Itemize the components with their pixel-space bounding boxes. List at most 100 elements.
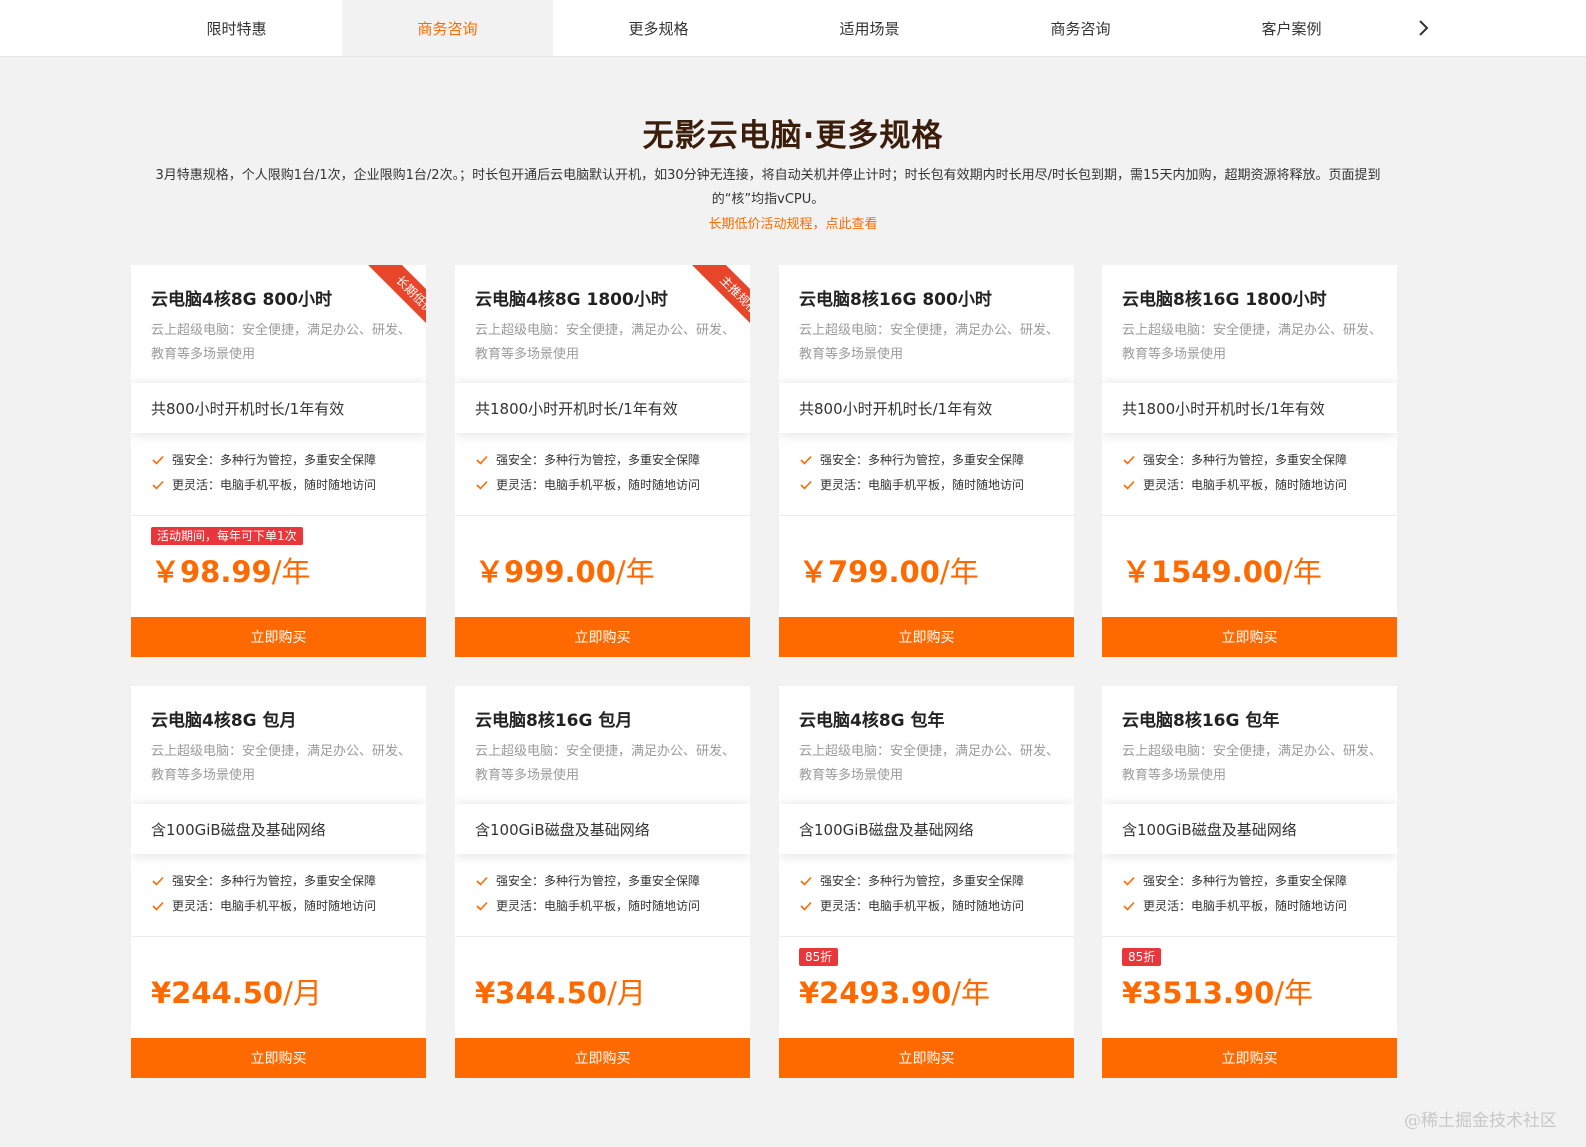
card-feature-text: 强安全：多种行为管控，多重安全保障: [172, 453, 377, 467]
card-description: 云上超级电脑：安全便捷，满足办公、研发、教育等多场景使用: [475, 744, 736, 783]
ribbon-label: 主推规格: [691, 265, 750, 339]
card-price: ¥244.50/月: [151, 970, 322, 1012]
price-amount: ￥98.99: [151, 555, 272, 589]
activity-rules-link[interactable]: 长期低价活动规程，点此查看: [0, 213, 1586, 232]
card-feature: 更灵活：电脑手机平板，随时随地访问: [151, 476, 376, 493]
watermark: @稀土掘金技术社区: [1404, 1111, 1557, 1131]
tab-business-consult[interactable]: 商务咨询: [342, 0, 553, 56]
price-unit: /年: [939, 555, 979, 589]
card-feature: 更灵活：电脑手机平板，随时随地访问: [1122, 897, 1347, 914]
buy-now-button[interactable]: 立即购买: [779, 617, 1074, 657]
promo-badge: 85折: [799, 948, 839, 966]
buy-now-button[interactable]: 立即购买: [455, 1038, 750, 1078]
card-price: ￥799.00/年: [799, 549, 979, 591]
card-price: ¥344.50/月: [475, 970, 646, 1012]
card-title: 云电脑8核16G 包月: [475, 711, 633, 731]
card-included: 含100GiB磁盘及基础网络: [131, 804, 426, 854]
card-feature: 强安全：多种行为管控，多重安全保障: [1122, 872, 1347, 889]
card-feature: 强安全：多种行为管控，多重安全保障: [475, 872, 700, 889]
card-feature-text: 更灵活：电脑手机平板，随时随地访问: [172, 478, 377, 492]
product-card: 云电脑4核8G 包年云上超级电脑：安全便捷，满足办公、研发、教育等多场景使用含1…: [779, 686, 1074, 1078]
card-feature-text: 强安全：多种行为管控，多重安全保障: [820, 453, 1025, 467]
card-title: 云电脑4核8G 包年: [799, 711, 945, 731]
card-included: 含100GiB磁盘及基础网络: [779, 804, 1074, 854]
card-feature: 强安全：多种行为管控，多重安全保障: [151, 451, 376, 468]
card-price: ¥3513.90/年: [1122, 970, 1313, 1012]
card-description: 云上超级电脑：安全便捷，满足办公、研发、教育等多场景使用: [1122, 323, 1383, 362]
card-feature-text: 强安全：多种行为管控，多重安全保障: [1143, 453, 1348, 467]
card-divider: [779, 515, 1074, 516]
buy-now-button[interactable]: 立即购买: [1102, 1038, 1397, 1078]
buy-now-button[interactable]: 立即购买: [131, 617, 426, 657]
price-unit: /年: [615, 555, 655, 589]
product-card: 云电脑8核16G 800小时云上超级电脑：安全便捷，满足办公、研发、教育等多场景…: [779, 265, 1074, 657]
tab-scenarios[interactable]: 适用场景: [764, 0, 975, 56]
buy-now-button[interactable]: 立即购买: [779, 1038, 1074, 1078]
check-icon: [800, 455, 812, 465]
check-icon: [800, 901, 812, 911]
corner-ribbon: 主推规格: [676, 265, 750, 339]
tab-customer-cases[interactable]: 客户案例: [1186, 0, 1397, 56]
tab-business-consult-2[interactable]: 商务咨询: [975, 0, 1186, 56]
price-unit: /年: [951, 976, 991, 1010]
chevron-right-icon: [1419, 20, 1429, 36]
check-icon: [476, 901, 488, 911]
card-feature: 更灵活：电脑手机平板，随时随地访问: [151, 897, 376, 914]
page-description: 3月特惠规格，个人限购1台/1次，企业限购1台/2次。；时长包开通后云电脑默认开…: [155, 168, 1381, 207]
card-included: 共800小时开机时长/1年有效: [779, 383, 1074, 433]
card-included: 共1800小时开机时长/1年有效: [1102, 383, 1397, 433]
card-feature: 更灵活：电脑手机平板，随时随地访问: [799, 476, 1024, 493]
tab-limited-offer[interactable]: 限时特惠: [131, 0, 342, 56]
card-feature-text: 更灵活：电脑手机平板，随时随地访问: [172, 899, 377, 913]
card-feature-text: 更灵活：电脑手机平板，随时随地访问: [1143, 899, 1348, 913]
product-card: 云电脑4核8G 1800小时 云上超级电脑：安全便捷，满足办公、研发、教育等多场景…: [455, 265, 750, 657]
product-card: 云电脑4核8G 包月 云上超级电脑：安全便捷，满足办公、研发、教育等多场景使用 含1…: [131, 686, 426, 1078]
card-included: 含100GiB磁盘及基础网络: [1102, 804, 1397, 854]
tabs-next-button[interactable]: [1410, 14, 1438, 42]
card-description: 云上超级电脑：安全便捷，满足办公、研发、教育等多场景使用: [799, 744, 1060, 783]
card-description: 云上超级电脑：安全便捷，满足办公、研发、教育等多场景使用: [799, 323, 1060, 362]
ribbon-label: 长期低价: [367, 265, 426, 339]
price-amount: ¥344.50: [475, 976, 608, 1010]
card-feature-text: 强安全：多种行为管控，多重安全保障: [1143, 874, 1348, 888]
card-feature-text: 强安全：多种行为管控，多重安全保障: [496, 874, 701, 888]
check-icon: [1123, 455, 1135, 465]
card-feature-text: 强安全：多种行为管控，多重安全保障: [820, 874, 1025, 888]
card-feature: 强安全：多种行为管控，多重安全保障: [799, 451, 1024, 468]
card-divider: [131, 936, 426, 937]
card-divider: [1102, 936, 1397, 937]
card-price: ￥999.00/年: [475, 549, 655, 591]
check-icon: [800, 480, 812, 490]
product-card: 云电脑8核16G 1800小时云上超级电脑：安全便捷，满足办公、研发、教育等多场…: [1102, 265, 1397, 657]
card-divider: [1102, 515, 1397, 516]
card-feature-text: 更灵活：电脑手机平板，随时随地访问: [496, 478, 701, 492]
card-price: ￥98.99/年: [151, 549, 311, 591]
buy-now-button[interactable]: 立即购买: [1102, 617, 1397, 657]
card-divider: [455, 936, 750, 937]
card-feature: 强安全：多种行为管控，多重安全保障: [1122, 451, 1347, 468]
check-icon: [1123, 901, 1135, 911]
card-feature: 强安全：多种行为管控，多重安全保障: [475, 451, 700, 468]
check-icon: [152, 455, 164, 465]
price-unit: /年: [271, 555, 311, 589]
card-title: 云电脑8核16G 包年: [1122, 711, 1280, 731]
buy-now-button[interactable]: 立即购买: [131, 1038, 426, 1078]
price-unit: /月: [283, 976, 322, 1010]
card-feature-text: 强安全：多种行为管控，多重安全保障: [172, 874, 377, 888]
check-icon: [152, 876, 164, 886]
card-title: 云电脑4核8G 1800小时: [475, 290, 668, 310]
tab-more-specs[interactable]: 更多规格: [553, 0, 764, 56]
card-title: 云电脑8核16G 800小时: [799, 290, 992, 310]
product-card: 云电脑8核16G 包月 云上超级电脑：安全便捷，满足办公、研发、教育等多场景使用含…: [455, 686, 750, 1078]
card-price: ￥1549.00/年: [1122, 549, 1322, 591]
card-divider: [455, 515, 750, 516]
price-amount: ￥999.00: [475, 555, 616, 589]
card-included: 共1800小时开机时长/1年有效: [455, 383, 750, 433]
card-title: 云电脑8核16G 1800小时: [1122, 290, 1327, 310]
buy-now-button[interactable]: 立即购买: [455, 617, 750, 657]
card-included: 共800小时开机时长/1年有效: [131, 383, 426, 433]
check-icon: [152, 901, 164, 911]
check-icon: [476, 876, 488, 886]
check-icon: [476, 455, 488, 465]
page-title: 无影云电脑·更多规格: [642, 118, 944, 154]
